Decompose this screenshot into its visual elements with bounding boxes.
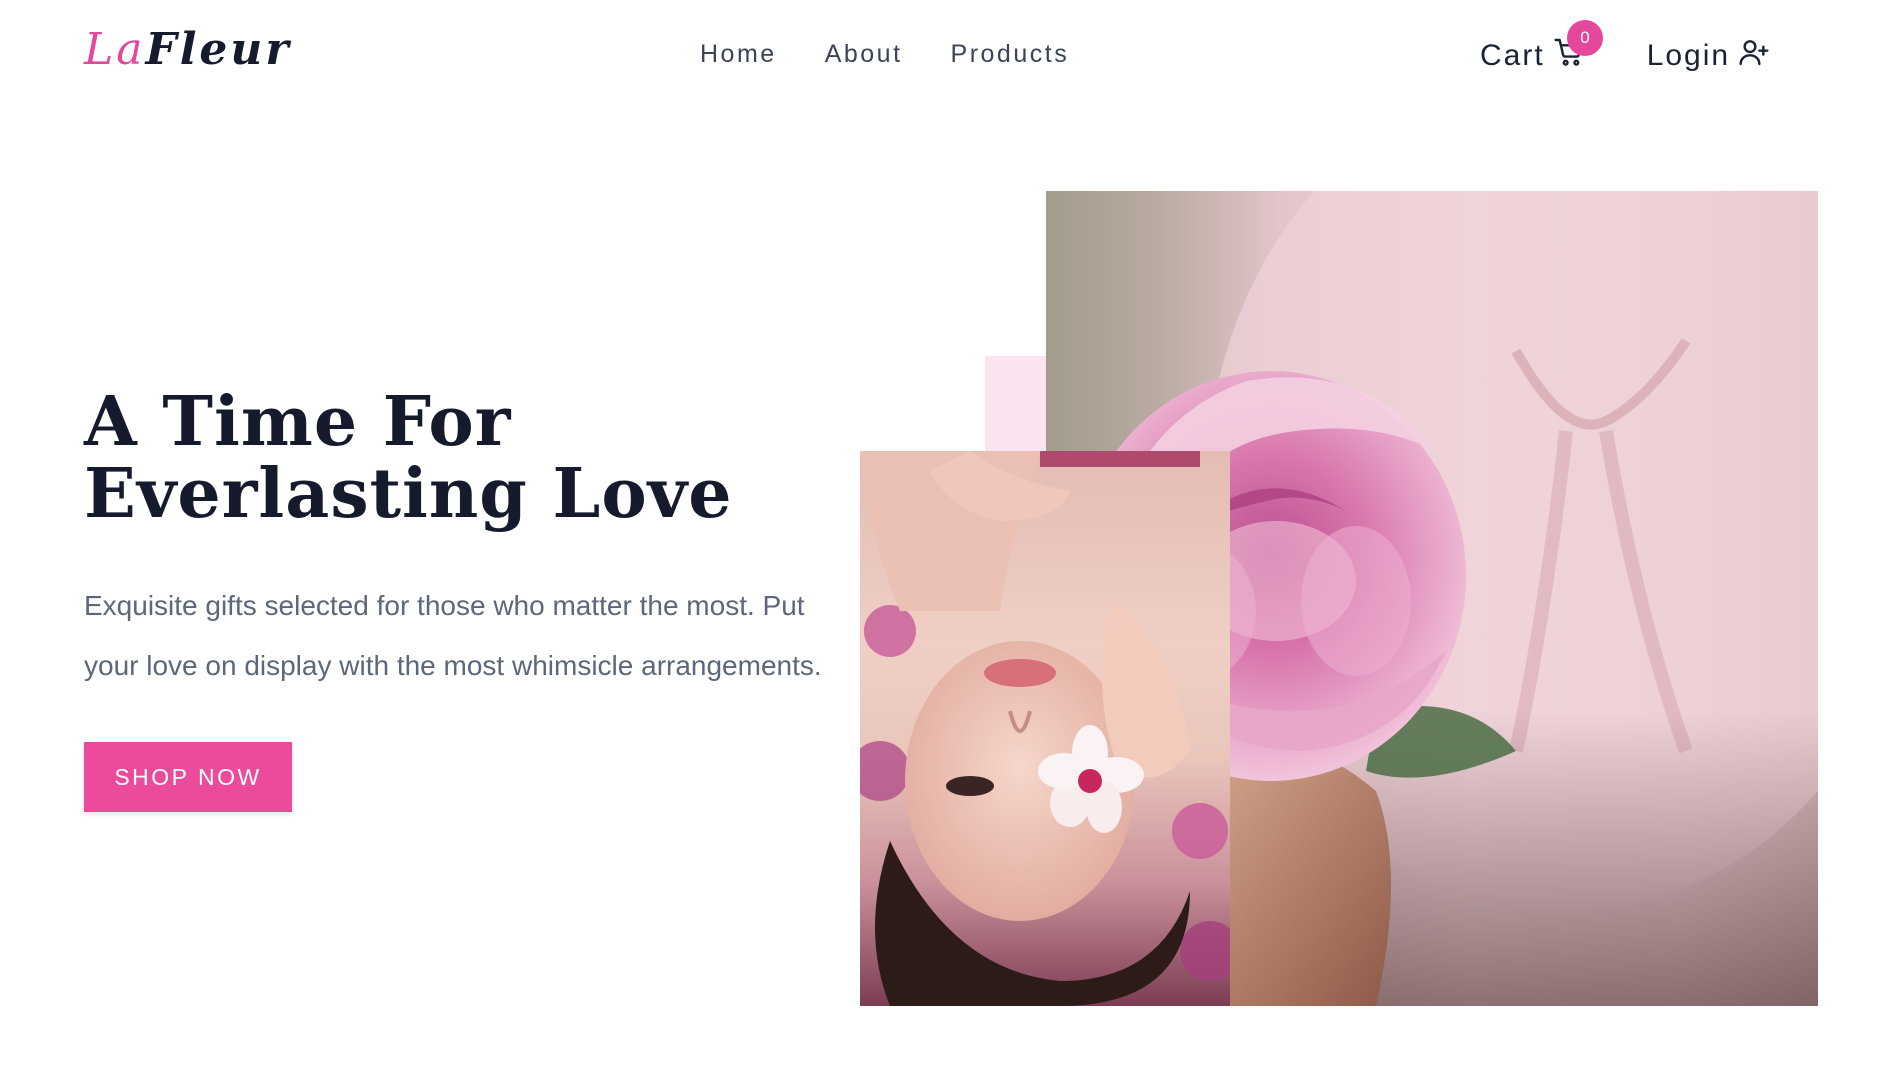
main-nav: Home About Products	[700, 40, 1069, 69]
nav-products-link[interactable]: Products	[951, 40, 1070, 69]
site-header: LaFleur Home About Products Cart 0 Login	[0, 0, 1893, 120]
decorative-pink-block	[985, 356, 1047, 456]
hero-title: A Time For Everlasting Love	[84, 386, 732, 530]
cart-button[interactable]: Cart 0	[1480, 20, 1603, 76]
cart-label: Cart	[1480, 39, 1545, 72]
user-plus-icon	[1738, 36, 1770, 76]
hero-title-line1: A Time For	[84, 382, 512, 462]
nav-about-link[interactable]: About	[825, 40, 903, 69]
header-actions: Cart 0 Login	[1480, 20, 1770, 76]
logo-fleur: Fleur	[145, 24, 292, 75]
login-button[interactable]: Login	[1647, 36, 1770, 76]
woman-with-flower-photo	[860, 451, 1230, 1006]
logo-la: La	[84, 24, 146, 75]
cart-count-badge: 0	[1567, 20, 1603, 56]
login-label: Login	[1646, 39, 1731, 72]
brand-logo[interactable]: LaFleur	[84, 24, 292, 75]
hero-title-line2: Everlasting Love	[84, 454, 733, 534]
hero-description: Exquisite gifts selected for those who m…	[84, 590, 822, 681]
woman-illustration	[860, 451, 1230, 1006]
nav-home-link[interactable]: Home	[700, 40, 777, 69]
shop-now-button[interactable]: SHOP NOW	[84, 742, 292, 812]
